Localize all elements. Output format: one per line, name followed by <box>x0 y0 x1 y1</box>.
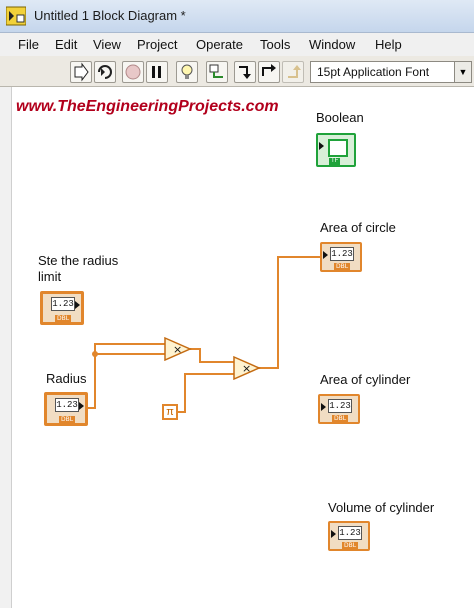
area-circle-label: Area of circle <box>320 220 396 235</box>
input-arrow-icon <box>321 403 326 411</box>
multiply-node-1[interactable]: × <box>164 337 192 361</box>
boolean-label: Boolean <box>316 110 364 125</box>
dbl-type-tag: DBL <box>332 415 349 422</box>
volume-cylinder-label: Volume of cylinder <box>328 500 435 515</box>
multiply-icon: × <box>173 343 182 356</box>
dbl-type-tag: DBL <box>55 315 72 322</box>
numeric-display: 1.23 <box>55 398 79 412</box>
dbl-type-tag: DBL <box>59 416 76 423</box>
wire-pi-to-multiply[interactable] <box>178 373 234 413</box>
area-cylinder-label: Area of cylinder <box>320 372 411 387</box>
radius-control-terminal[interactable]: 1.23 DBL <box>44 392 88 426</box>
radius-limit-control-terminal[interactable]: 1.23 DBL <box>40 291 84 325</box>
numeric-display: 1.23 <box>51 297 75 311</box>
numeric-display: 1.23 <box>338 526 362 540</box>
wire-square-to-multiply[interactable] <box>190 348 234 363</box>
output-arrow-icon <box>75 301 80 309</box>
wire-to-area-circle[interactable] <box>258 256 321 369</box>
volume-cylinder-indicator-terminal[interactable]: 1.23 DBL <box>328 521 370 551</box>
wire-junction <box>92 351 98 357</box>
input-arrow-icon <box>323 251 328 259</box>
numeric-display: 1.23 <box>328 399 352 413</box>
output-arrow-icon <box>79 402 84 410</box>
multiply-node-2[interactable]: × <box>233 356 261 380</box>
radius-limit-label-line2: limit <box>38 269 62 284</box>
radius-limit-label-line1: Ste the radius <box>38 253 119 268</box>
numeric-display: 1.23 <box>330 247 354 261</box>
radius-label: Radius <box>46 371 87 386</box>
area-circle-indicator-terminal[interactable]: 1.23 DBL <box>320 242 362 272</box>
boolean-indicator-terminal[interactable]: TF <box>316 133 356 167</box>
multiply-icon: × <box>242 362 251 375</box>
dbl-type-tag: DBL <box>334 263 351 270</box>
dbl-type-tag: DBL <box>342 542 359 549</box>
input-arrow-icon <box>319 142 324 150</box>
boolean-type-tag: TF <box>329 158 341 165</box>
pi-constant[interactable]: π <box>162 404 178 420</box>
area-cylinder-indicator-terminal[interactable]: 1.23 DBL <box>318 394 360 424</box>
radius-limit-label: Ste the radius limit <box>38 253 148 285</box>
input-arrow-icon <box>331 530 336 538</box>
boolean-led-icon <box>328 139 348 157</box>
